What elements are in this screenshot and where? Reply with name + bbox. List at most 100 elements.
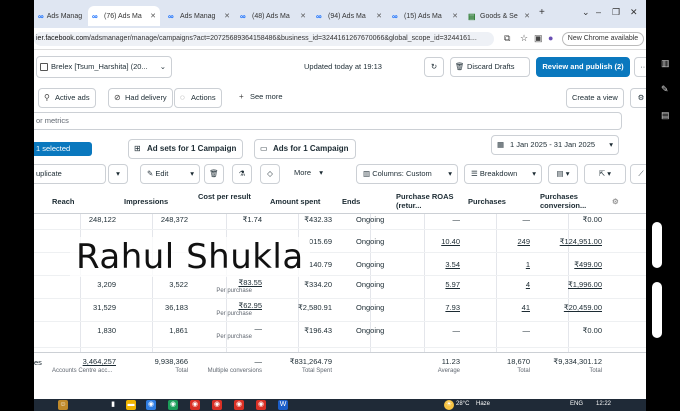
task-view-icon[interactable]: ▮: [108, 400, 118, 410]
header-purchases-conversion[interactable]: Purchases conversion...: [540, 192, 606, 210]
browser-tab[interactable]: ∞ (94) Ads Ma ✕: [312, 6, 386, 26]
discard-drafts-button[interactable]: 🗑 Discard Drafts: [450, 57, 530, 77]
browser-tab[interactable]: ▤ Goods & Se ✕: [464, 6, 534, 26]
header-amount-spent[interactable]: Amount spent: [270, 197, 320, 206]
profile-icon[interactable]: ●: [548, 33, 553, 43]
date-range-picker[interactable]: ▦ 1 Jan 2025 - 31 Jan 2025 ▾: [491, 135, 619, 155]
side-handle[interactable]: [652, 222, 662, 268]
chrome-icon[interactable]: ◉: [212, 400, 222, 410]
close-window-icon[interactable]: ✕: [630, 7, 638, 18]
columns-dropdown[interactable]: ▥ Columns: Custom ▾: [356, 164, 458, 184]
duplicate-button[interactable]: uplicate: [34, 164, 106, 184]
cell-conversion[interactable]: ₹499.00: [540, 260, 602, 269]
actions-filter[interactable]: ◌ Actions: [174, 88, 222, 108]
cell-roas[interactable]: 3.54: [398, 260, 460, 269]
settings-icon[interactable]: ⚙: [612, 197, 619, 206]
more-options-button[interactable]: ···: [634, 57, 646, 77]
table-row[interactable]: 248,122 248,372 ₹1.74 ₹432.33 Ongoing — …: [34, 214, 646, 230]
language-indicator[interactable]: ENG: [570, 401, 583, 407]
bookmark-star-icon[interactable]: ☆: [520, 33, 528, 44]
word-icon[interactable]: W: [278, 400, 288, 410]
chrome-update-button[interactable]: New Chrome available: [562, 32, 644, 46]
close-icon[interactable]: ✕: [221, 12, 230, 20]
chrome-icon[interactable]: ◉: [234, 400, 244, 410]
chart-button[interactable]: ⟋: [630, 164, 646, 184]
browser-tab[interactable]: ∞ (15) Ads Ma ✕: [388, 6, 462, 26]
close-icon[interactable]: ✕: [449, 12, 458, 20]
minimize-icon[interactable]: –: [596, 7, 601, 17]
browser-tab[interactable]: ∞ Ads Manag ✕: [34, 6, 86, 26]
side-handle[interactable]: [652, 282, 662, 338]
chrome-icon[interactable]: ◉: [256, 400, 266, 410]
tab-adsets[interactable]: ⊞ Ad sets for 1 Campaign: [128, 139, 244, 159]
more-button[interactable]: More ▾: [288, 164, 344, 184]
header-cost-per-result[interactable]: Cost per result: [198, 192, 258, 201]
tab-ads[interactable]: ▭ Ads for 1 Campaign: [254, 139, 356, 159]
had-delivery-filter[interactable]: ⊘ Had delivery: [108, 88, 173, 108]
extensions-icon[interactable]: ▣: [534, 33, 543, 44]
search-filter-input[interactable]: or metrics: [34, 112, 622, 130]
table-row[interactable]: 31,529 36,183 ₹62.95 Per purchase ₹2,580…: [34, 299, 646, 322]
review-publish-button[interactable]: Review and publish (2): [536, 57, 630, 77]
cell-roas[interactable]: 10.40: [398, 237, 460, 246]
edit-button[interactable]: ✎ Edit ▾: [140, 164, 200, 184]
new-tab-button[interactable]: +: [539, 7, 545, 18]
browser-app-icon[interactable]: ◉: [146, 400, 156, 410]
cell-conversion[interactable]: ₹1,996.00: [540, 280, 602, 289]
cell-purchases[interactable]: 4: [468, 280, 530, 289]
export-button[interactable]: ⇱ ▾: [584, 164, 626, 184]
cell-purchases[interactable]: 249: [468, 237, 530, 246]
total-reach[interactable]: 3,464,257: [54, 357, 116, 366]
clock-time[interactable]: 12:22: [596, 401, 611, 407]
cell-conversion[interactable]: ₹124,951.00: [540, 237, 602, 246]
cell-purchases[interactable]: 41: [468, 303, 530, 312]
tab-search-icon[interactable]: ⌄: [582, 7, 590, 18]
widget-icon[interactable]: ☺: [58, 400, 68, 410]
pencil-icon[interactable]: ✎: [661, 84, 669, 95]
url-field[interactable]: ier.facebook.com/adsmanager/manage/campa…: [34, 32, 494, 46]
see-more-button[interactable]: + See more: [234, 88, 288, 108]
maximize-icon[interactable]: ❐: [612, 7, 620, 18]
campaigns-selected-pill[interactable]: 1 selected: [34, 142, 92, 156]
header-purchases[interactable]: Purchases: [468, 197, 506, 206]
tag-button[interactable]: ◇: [260, 164, 280, 184]
chart-icon[interactable]: ▥: [661, 58, 670, 69]
close-icon[interactable]: ✕: [521, 12, 530, 20]
app-icon[interactable]: ◉: [168, 400, 178, 410]
close-icon[interactable]: ✕: [297, 12, 306, 20]
browser-tab[interactable]: ∞ Ads Manag ✕: [164, 6, 234, 26]
cell-cost-per-result[interactable]: ₹62.95: [200, 301, 262, 310]
chrome-icon[interactable]: ◉: [190, 400, 200, 410]
header-impressions[interactable]: Impressions: [124, 197, 168, 206]
cell-roas[interactable]: 5.97: [398, 280, 460, 289]
delete-button[interactable]: 🗑: [204, 164, 224, 184]
close-icon[interactable]: ✕: [147, 12, 156, 20]
cell-roas[interactable]: 7.93: [398, 303, 460, 312]
reports-button[interactable]: ▤ ▾: [548, 164, 578, 184]
url-path: /adsmanager/manage/campaigns?act=2072568…: [88, 35, 477, 42]
create-view-button[interactable]: Create a view: [566, 88, 624, 108]
cell-conversion[interactable]: ₹20,459.00: [540, 303, 602, 312]
view-settings-button[interactable]: ⚙: [630, 88, 646, 108]
table-row[interactable]: 3,209 3,522 ₹83.55 Per purchase ₹334.20 …: [34, 276, 646, 299]
cell-cost-per-result[interactable]: ₹83.55: [200, 278, 262, 287]
header-ends[interactable]: Ends: [342, 197, 360, 206]
browser-tab[interactable]: ∞ (48) Ads Ma ✕: [236, 6, 310, 26]
table-row[interactable]: 1,830 1,861 — Per purchase ₹196.43 Ongoi…: [34, 322, 646, 348]
ad-account-selector[interactable]: Brelex [Tsum_Harshita] (20... ⌄: [36, 56, 172, 78]
cast-icon[interactable]: ⧉: [504, 33, 510, 44]
ab-test-button[interactable]: ⚗: [232, 164, 252, 184]
weather-icon[interactable]: ☀: [444, 400, 454, 410]
cell-purchases[interactable]: 1: [468, 260, 530, 269]
file-explorer-icon[interactable]: ▬: [126, 400, 136, 410]
close-icon[interactable]: ✕: [373, 12, 382, 20]
notes-icon[interactable]: ▤: [661, 110, 670, 121]
browser-tab-active[interactable]: ∞ (76) Ads Ma ✕: [88, 6, 160, 26]
duplicate-dropdown[interactable]: ▾: [108, 164, 128, 184]
breakdown-dropdown[interactable]: ☰ Breakdown ▾: [464, 164, 542, 184]
header-reach[interactable]: Reach: [52, 197, 75, 206]
refresh-button[interactable]: ↻: [424, 57, 444, 77]
header-purchase-roas[interactable]: Purchase ROAS (retur...: [396, 192, 462, 210]
active-ads-filter[interactable]: ⚲ Active ads: [38, 88, 96, 108]
close-icon[interactable]: ✕: [82, 12, 86, 20]
